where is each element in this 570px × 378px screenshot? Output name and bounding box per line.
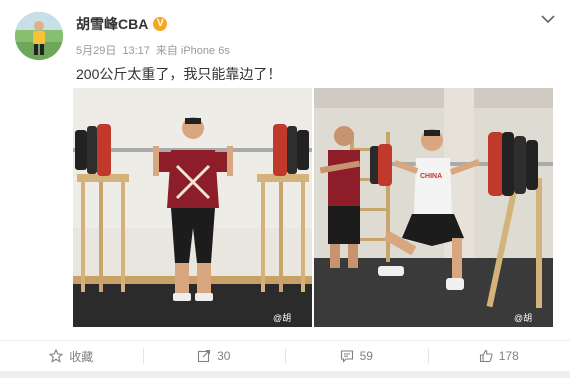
weibo-post: 胡雪峰CBA V 5月29日 13:17 来自 iPhone 6s 200公斤太重了，…	[0, 0, 570, 378]
post-time[interactable]: 13:17	[122, 45, 150, 57]
post-date[interactable]: 5月29日	[76, 45, 116, 57]
star-icon	[49, 349, 64, 363]
user-name[interactable]: 胡雪峰CBA	[76, 14, 148, 34]
post-source: iPhone 6s	[180, 45, 230, 57]
chevron-down-icon[interactable]	[540, 12, 556, 26]
repost-count: 30	[217, 349, 231, 363]
post-text: 200公斤太重了，我只能靠边了！	[76, 66, 282, 82]
verified-badge-icon: V	[153, 17, 168, 31]
weightlifting-photo-1: @胡	[73, 88, 312, 327]
thumbs-up-icon	[479, 349, 493, 363]
comment-icon	[340, 349, 354, 363]
avatar-image	[15, 12, 63, 60]
post-separator	[0, 371, 570, 378]
photo-watermark-1: @胡	[273, 312, 291, 323]
avatar[interactable]	[15, 12, 63, 60]
photo-watermark-2: @胡	[514, 312, 532, 323]
post-meta: 5月29日 13:17 来自 iPhone 6s	[76, 42, 230, 58]
action-bar: 收藏 30 59 178	[0, 340, 570, 371]
weightlifting-photo-2: CHINA @胡	[314, 88, 553, 327]
jersey-text-2: CHINA	[420, 173, 442, 180]
like-count: 178	[498, 349, 519, 363]
comment-count: 59	[359, 349, 373, 363]
favorite-label: 收藏	[69, 349, 94, 364]
repost-button[interactable]: 30	[142, 341, 286, 371]
repost-icon	[197, 349, 211, 363]
post-photo-2[interactable]: CHINA @胡	[314, 88, 553, 327]
like-button[interactable]: 178	[427, 341, 570, 371]
comment-button[interactable]: 59	[285, 341, 428, 371]
favorite-button[interactable]: 收藏	[0, 341, 143, 371]
source-prefix: 来自	[155, 45, 178, 57]
user-name-row: 胡雪峰CBA V	[76, 14, 168, 34]
post-photo-1[interactable]: @胡	[73, 88, 312, 327]
